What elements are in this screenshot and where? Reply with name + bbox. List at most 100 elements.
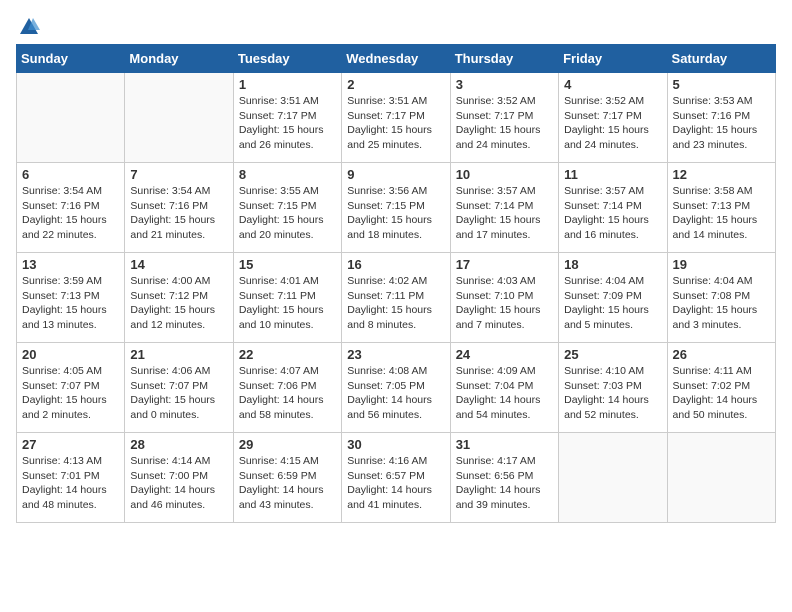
day-of-week-header: Tuesday — [233, 45, 341, 73]
calendar-day-cell: 26 Sunrise: 4:11 AM Sunset: 7:02 PM Dayli… — [667, 343, 775, 433]
day-number: 21 — [130, 347, 227, 362]
day-number: 3 — [456, 77, 553, 92]
calendar-day-cell: 27 Sunrise: 4:13 AM Sunset: 7:01 PM Dayli… — [17, 433, 125, 523]
calendar-day-cell — [559, 433, 667, 523]
day-of-week-header: Thursday — [450, 45, 558, 73]
day-info: Sunrise: 3:56 AM Sunset: 7:15 PM Dayligh… — [347, 184, 444, 243]
calendar-day-cell: 15 Sunrise: 4:01 AM Sunset: 7:11 PM Dayli… — [233, 253, 341, 343]
day-info: Sunrise: 4:10 AM Sunset: 7:03 PM Dayligh… — [564, 364, 661, 423]
day-number: 27 — [22, 437, 119, 452]
calendar-day-cell: 28 Sunrise: 4:14 AM Sunset: 7:00 PM Dayli… — [125, 433, 233, 523]
day-info: Sunrise: 4:14 AM Sunset: 7:00 PM Dayligh… — [130, 454, 227, 513]
calendar-day-cell: 3 Sunrise: 3:52 AM Sunset: 7:17 PM Daylig… — [450, 73, 558, 163]
day-info: Sunrise: 3:51 AM Sunset: 7:17 PM Dayligh… — [347, 94, 444, 153]
calendar-week-row: 13 Sunrise: 3:59 AM Sunset: 7:13 PM Dayli… — [17, 253, 776, 343]
calendar-day-cell: 11Sunrise: 3:57 AM Sunset: 7:14 PM Dayli… — [559, 163, 667, 253]
day-info: Sunrise: 3:57 AM Sunset: 7:14 PM Dayligh… — [456, 184, 553, 243]
calendar-day-cell: 18 Sunrise: 4:04 AM Sunset: 7:09 PM Dayli… — [559, 253, 667, 343]
calendar-day-cell: 9 Sunrise: 3:56 AM Sunset: 7:15 PM Daylig… — [342, 163, 450, 253]
calendar-day-cell: 2 Sunrise: 3:51 AM Sunset: 7:17 PM Daylig… — [342, 73, 450, 163]
calendar-week-row: 27 Sunrise: 4:13 AM Sunset: 7:01 PM Dayli… — [17, 433, 776, 523]
day-number: 9 — [347, 167, 444, 182]
calendar-week-row: 6 Sunrise: 3:54 AM Sunset: 7:16 PM Daylig… — [17, 163, 776, 253]
day-number: 10 — [456, 167, 553, 182]
day-info: Sunrise: 3:51 AM Sunset: 7:17 PM Dayligh… — [239, 94, 336, 153]
calendar-day-cell: 23 Sunrise: 4:08 AM Sunset: 7:05 PM Dayli… — [342, 343, 450, 433]
day-number: 7 — [130, 167, 227, 182]
day-number: 18 — [564, 257, 661, 272]
day-number: 8 — [239, 167, 336, 182]
day-info: Sunrise: 4:04 AM Sunset: 7:09 PM Dayligh… — [564, 274, 661, 333]
day-info: Sunrise: 4:17 AM Sunset: 6:56 PM Dayligh… — [456, 454, 553, 513]
calendar-day-cell: 1 Sunrise: 3:51 AM Sunset: 7:17 PM Daylig… — [233, 73, 341, 163]
day-info: Sunrise: 3:53 AM Sunset: 7:16 PM Dayligh… — [673, 94, 770, 153]
day-number: 14 — [130, 257, 227, 272]
day-number: 5 — [673, 77, 770, 92]
day-info: Sunrise: 3:52 AM Sunset: 7:17 PM Dayligh… — [564, 94, 661, 153]
day-number: 13 — [22, 257, 119, 272]
day-info: Sunrise: 4:00 AM Sunset: 7:12 PM Dayligh… — [130, 274, 227, 333]
day-number: 6 — [22, 167, 119, 182]
day-info: Sunrise: 4:01 AM Sunset: 7:11 PM Dayligh… — [239, 274, 336, 333]
calendar-day-cell: 25Sunrise: 4:10 AM Sunset: 7:03 PM Dayli… — [559, 343, 667, 433]
day-number: 19 — [673, 257, 770, 272]
calendar-day-cell: 8 Sunrise: 3:55 AM Sunset: 7:15 PM Daylig… — [233, 163, 341, 253]
calendar-day-cell: 6 Sunrise: 3:54 AM Sunset: 7:16 PM Daylig… — [17, 163, 125, 253]
day-info: Sunrise: 4:05 AM Sunset: 7:07 PM Dayligh… — [22, 364, 119, 423]
day-number: 30 — [347, 437, 444, 452]
day-info: Sunrise: 3:52 AM Sunset: 7:17 PM Dayligh… — [456, 94, 553, 153]
day-info: Sunrise: 4:15 AM Sunset: 6:59 PM Dayligh… — [239, 454, 336, 513]
day-info: Sunrise: 3:54 AM Sunset: 7:16 PM Dayligh… — [130, 184, 227, 243]
day-number: 31 — [456, 437, 553, 452]
day-info: Sunrise: 4:13 AM Sunset: 7:01 PM Dayligh… — [22, 454, 119, 513]
calendar-day-cell: 24 Sunrise: 4:09 AM Sunset: 7:04 PM Dayli… — [450, 343, 558, 433]
day-number: 24 — [456, 347, 553, 362]
calendar-day-cell: 5 Sunrise: 3:53 AM Sunset: 7:16 PM Daylig… — [667, 73, 775, 163]
day-number: 26 — [673, 347, 770, 362]
day-info: Sunrise: 4:04 AM Sunset: 7:08 PM Dayligh… — [673, 274, 770, 333]
day-of-week-header: Sunday — [17, 45, 125, 73]
day-number: 28 — [130, 437, 227, 452]
day-number: 16 — [347, 257, 444, 272]
calendar-table: SundayMondayTuesdayWednesdayThursdayFrid… — [16, 44, 776, 523]
calendar-day-cell: 31 Sunrise: 4:17 AM Sunset: 6:56 PM Dayli… — [450, 433, 558, 523]
calendar-day-cell: 21 Sunrise: 4:06 AM Sunset: 7:07 PM Dayli… — [125, 343, 233, 433]
day-of-week-header: Friday — [559, 45, 667, 73]
calendar-week-row: 20 Sunrise: 4:05 AM Sunset: 7:07 PM Dayli… — [17, 343, 776, 433]
logo — [16, 16, 42, 34]
day-info: Sunrise: 3:59 AM Sunset: 7:13 PM Dayligh… — [22, 274, 119, 333]
day-info: Sunrise: 4:06 AM Sunset: 7:07 PM Dayligh… — [130, 364, 227, 423]
calendar-day-cell — [17, 73, 125, 163]
day-info: Sunrise: 4:11 AM Sunset: 7:02 PM Dayligh… — [673, 364, 770, 423]
calendar-day-cell — [667, 433, 775, 523]
day-info: Sunrise: 3:55 AM Sunset: 7:15 PM Dayligh… — [239, 184, 336, 243]
day-number: 1 — [239, 77, 336, 92]
day-info: Sunrise: 3:58 AM Sunset: 7:13 PM Dayligh… — [673, 184, 770, 243]
day-info: Sunrise: 4:09 AM Sunset: 7:04 PM Dayligh… — [456, 364, 553, 423]
day-number: 4 — [564, 77, 661, 92]
day-number: 20 — [22, 347, 119, 362]
calendar-day-cell: 14 Sunrise: 4:00 AM Sunset: 7:12 PM Dayli… — [125, 253, 233, 343]
calendar-day-cell — [125, 73, 233, 163]
day-of-week-header: Saturday — [667, 45, 775, 73]
calendar-day-cell: 4 Sunrise: 3:52 AM Sunset: 7:17 PM Daylig… — [559, 73, 667, 163]
day-info: Sunrise: 3:57 AM Sunset: 7:14 PM Dayligh… — [564, 184, 661, 243]
calendar-header-row: SundayMondayTuesdayWednesdayThursdayFrid… — [17, 45, 776, 73]
day-of-week-header: Monday — [125, 45, 233, 73]
page-header — [16, 16, 776, 34]
calendar-day-cell: 20 Sunrise: 4:05 AM Sunset: 7:07 PM Dayli… — [17, 343, 125, 433]
calendar-day-cell: 16 Sunrise: 4:02 AM Sunset: 7:11 PM Dayli… — [342, 253, 450, 343]
day-number: 2 — [347, 77, 444, 92]
calendar-week-row: 1 Sunrise: 3:51 AM Sunset: 7:17 PM Daylig… — [17, 73, 776, 163]
day-info: Sunrise: 4:08 AM Sunset: 7:05 PM Dayligh… — [347, 364, 444, 423]
day-info: Sunrise: 3:54 AM Sunset: 7:16 PM Dayligh… — [22, 184, 119, 243]
day-number: 23 — [347, 347, 444, 362]
day-number: 15 — [239, 257, 336, 272]
day-number: 17 — [456, 257, 553, 272]
calendar-day-cell: 22Sunrise: 4:07 AM Sunset: 7:06 PM Dayli… — [233, 343, 341, 433]
day-info: Sunrise: 4:02 AM Sunset: 7:11 PM Dayligh… — [347, 274, 444, 333]
day-number: 29 — [239, 437, 336, 452]
calendar-day-cell: 10 Sunrise: 3:57 AM Sunset: 7:14 PM Dayli… — [450, 163, 558, 253]
day-info: Sunrise: 4:07 AM Sunset: 7:06 PM Dayligh… — [239, 364, 336, 423]
day-info: Sunrise: 4:16 AM Sunset: 6:57 PM Dayligh… — [347, 454, 444, 513]
